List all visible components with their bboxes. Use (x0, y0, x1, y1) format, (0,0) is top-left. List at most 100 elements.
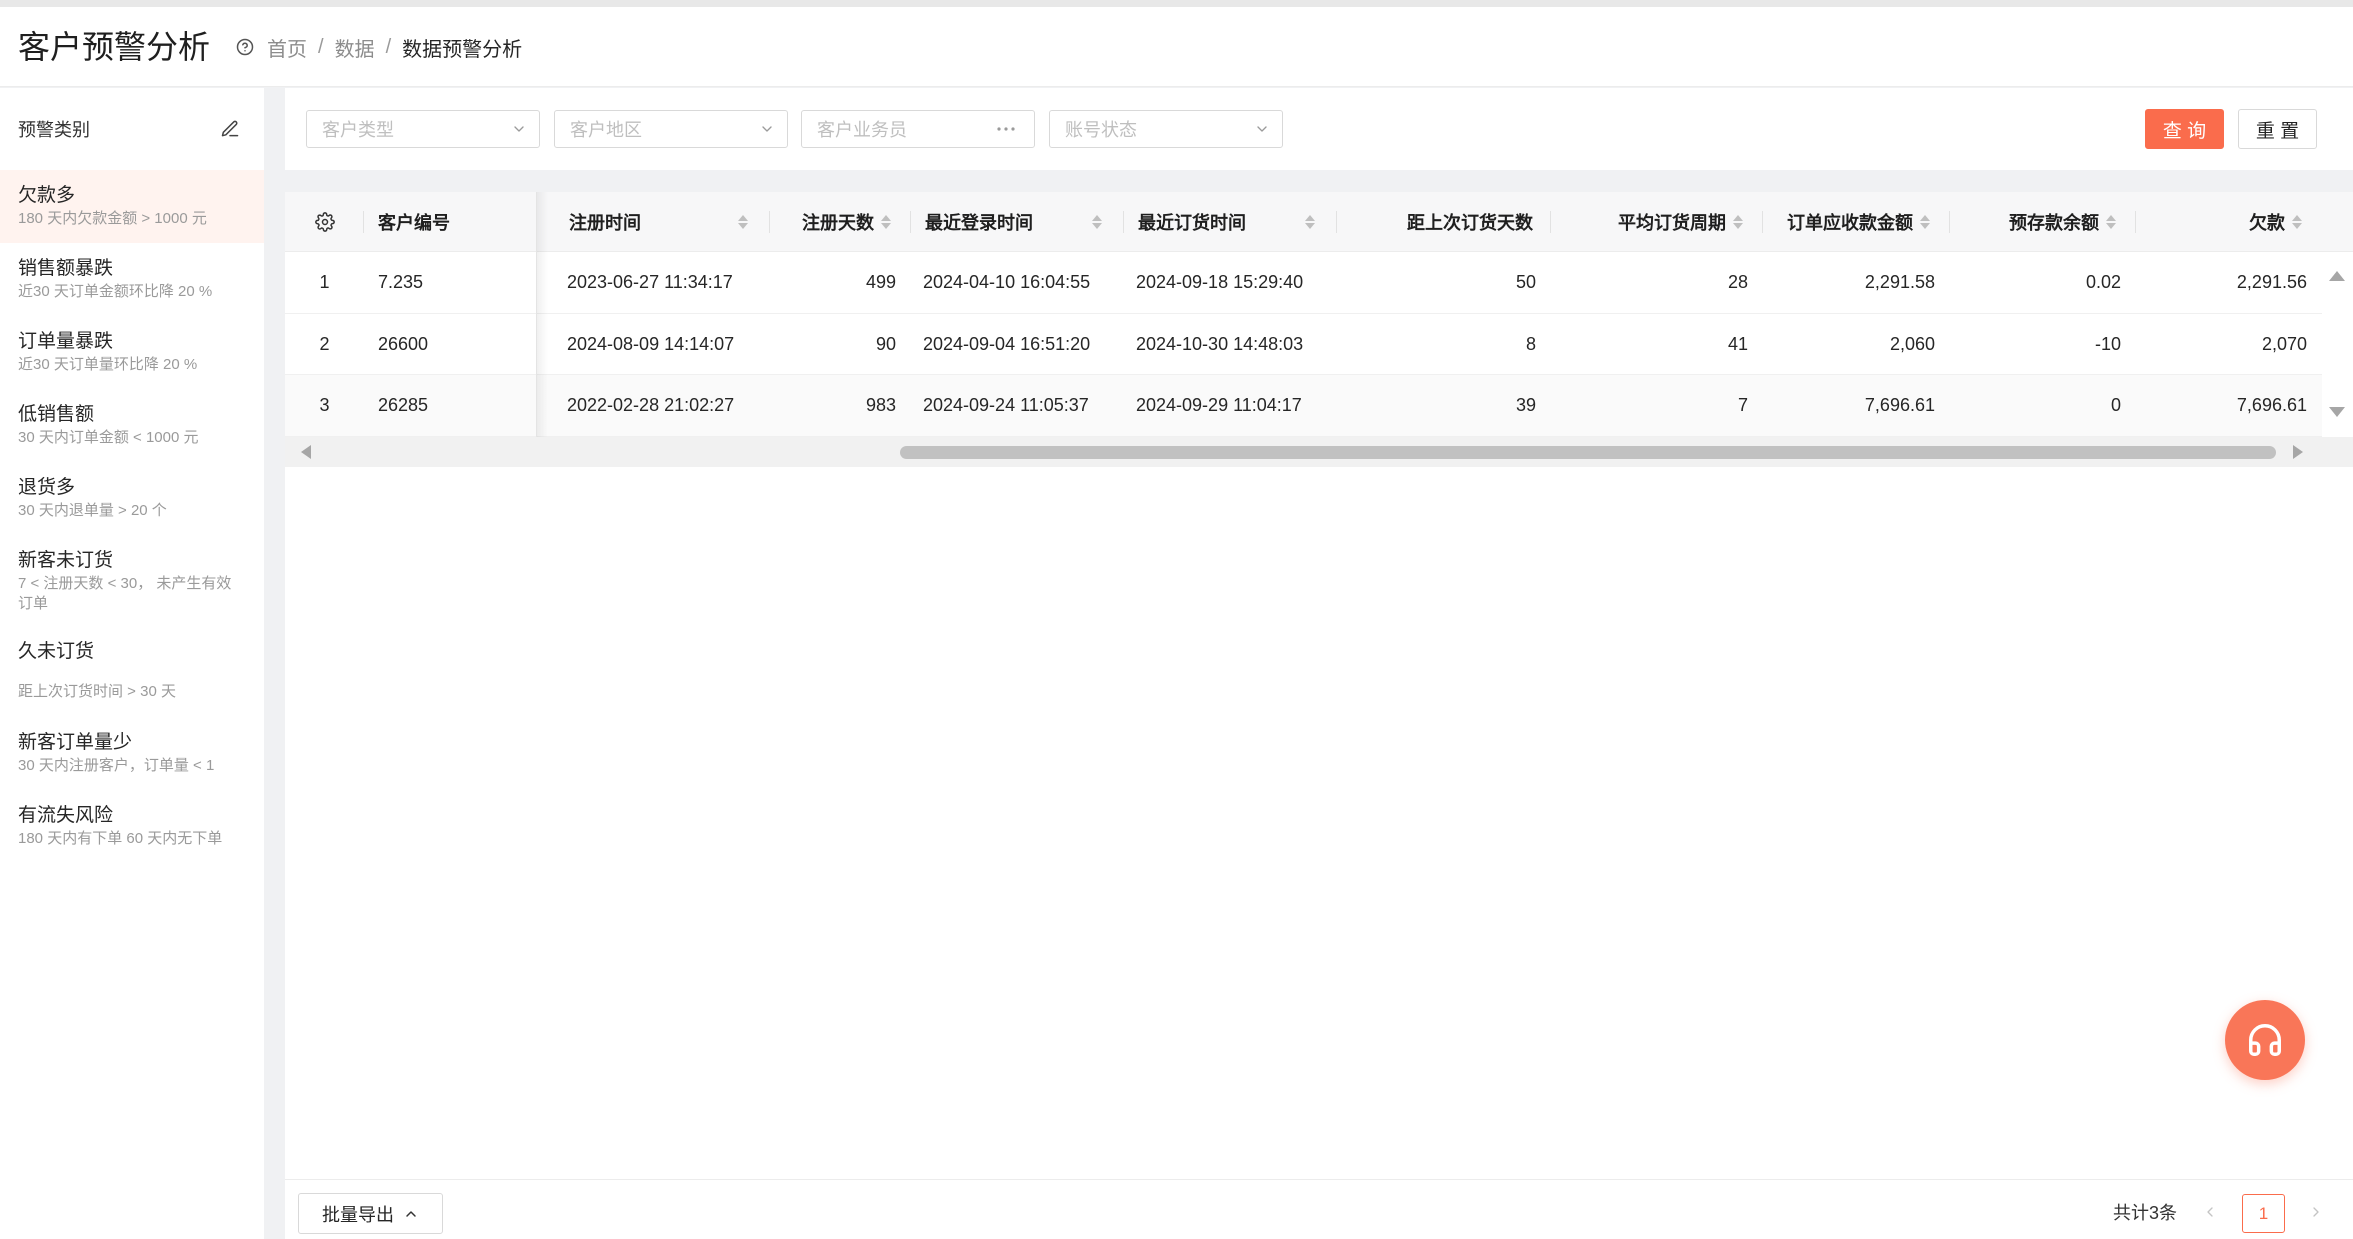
sidebar-title: 预警类别 (18, 120, 90, 140)
col-register-time[interactable]: 注册时间 (536, 192, 770, 251)
scroll-down-arrow-icon[interactable] (2329, 407, 2345, 417)
sort-icon[interactable] (1305, 214, 1315, 229)
cell-prepaid-balance: -10 (2094, 333, 2121, 354)
column-label: 最近登录时间 (925, 212, 1033, 233)
cell-debt: 2,291.56 (2236, 272, 2307, 292)
customer-type-select[interactable]: 客户类型 (306, 110, 540, 148)
cell-days-since-last-order: 8 (1525, 333, 1536, 354)
breadcrumb-separator: / (318, 35, 324, 58)
chevron-down-icon (1254, 121, 1270, 137)
chevron-left-icon[interactable] (2202, 1204, 2218, 1220)
table-row[interactable]: 2 26600 2024-08-09 14:14:07 90 2024-09-0… (285, 314, 2322, 375)
sidebar-item-desc: 180 天内欠款金额 > 1000 元 (18, 210, 207, 227)
select-placeholder: 客户类型 (322, 120, 394, 140)
col-days-since-last-order: 距上次订货天数 (1337, 192, 1551, 251)
top-strip (0, 0, 2353, 7)
sidebar-item-sales-drop[interactable]: 销售额暴跌 近30 天订单金额环比降 20 % (0, 243, 264, 316)
column-label: 距上次订货天数 (1407, 212, 1533, 233)
sidebar-item-debt[interactable]: 欠款多 180 天内欠款金额 > 1000 元 (0, 170, 264, 243)
breadcrumb: 首页 / 数据 / 数据预警分析 (236, 7, 522, 87)
sidebar-item-title: 有流失风险 (18, 805, 114, 826)
sort-icon[interactable] (1733, 214, 1743, 229)
sidebar-header: 预警类别 (0, 88, 264, 170)
cell-last-login-time: 2024-09-24 11:05:37 (923, 395, 1089, 415)
column-label: 预存款余额 (2009, 212, 2099, 233)
page-header: 客户预警分析 首页 / 数据 / 数据预警分析 (0, 7, 2353, 87)
table-row[interactable]: 1 7.235 2023-06-27 11:34:17 499 2024-04-… (285, 252, 2322, 314)
customer-region-select[interactable]: 客户地区 (554, 110, 788, 148)
sidebar-item-title: 久未订货 (18, 641, 95, 662)
pagination-page-current[interactable]: 1 (2242, 1194, 2285, 1233)
sort-icon[interactable] (1092, 214, 1102, 229)
sidebar-item-new-low-orders[interactable]: 新客订单量少 30 天内注册客户，订单量 < 1 (0, 717, 264, 790)
cell-prepaid-balance: 0 (2110, 395, 2121, 415)
vertical-scrollbar[interactable] (2322, 252, 2353, 437)
sidebar-item-new-no-order[interactable]: 新客未订货 7 < 注册天数 < 30， 未产生有效订单 (0, 535, 264, 626)
cell-row-number: 3 (319, 395, 330, 415)
breadcrumb-home[interactable]: 首页 (267, 33, 307, 62)
filter-bar: 客户类型 客户地区 客户业务员 账号状态 查 询 重 置 (285, 88, 2353, 170)
sidebar-item-title: 低销售额 (18, 404, 95, 425)
headset-icon (2246, 1021, 2284, 1059)
col-debt[interactable]: 欠款 (2136, 192, 2322, 251)
salesperson-picker[interactable]: 客户业务员 (801, 110, 1035, 148)
cell-register-time: 2022-02-28 21:02:27 (567, 395, 735, 415)
sidebar-item-order-drop[interactable]: 订单量暴跌 近30 天订单量环比降 20 % (0, 316, 264, 389)
scroll-up-arrow-icon[interactable] (2329, 271, 2345, 281)
select-placeholder: 账号状态 (1065, 120, 1137, 140)
sidebar-item-desc: 30 天内退单量 > 20 个 (18, 502, 167, 519)
ellipsis-icon[interactable] (996, 125, 1016, 133)
col-last-order-time[interactable]: 最近订货时间 (1124, 192, 1337, 251)
customer-service-button[interactable] (2225, 1000, 2305, 1080)
sidebar-item-desc: 30 天内注册客户，订单量 < 1 (18, 757, 215, 774)
cell-register-days: 499 (865, 272, 896, 292)
scroll-right-arrow-icon[interactable] (2293, 445, 2303, 459)
col-order-receivable[interactable]: 订单应收款金额 (1763, 192, 1950, 251)
warning-category-sidebar: 预警类别 欠款多 180 天内欠款金额 > 1000 元 销售额暴跌 近30 天… (0, 88, 264, 1239)
gear-icon[interactable] (314, 211, 335, 232)
col-register-days[interactable]: 注册天数 (770, 192, 911, 251)
sidebar-item-desc: 近30 天订单量环比降 20 % (18, 356, 198, 373)
chevron-down-icon (759, 121, 775, 137)
cell-order-receivable: 2,060 (1889, 333, 1935, 354)
table-row[interactable]: 3 26285 2022-02-28 21:02:27 983 2024-09-… (285, 375, 2322, 437)
sort-icon[interactable] (881, 214, 891, 229)
sidebar-item-low-sales[interactable]: 低销售额 30 天内订单金额 < 1000 元 (0, 389, 264, 462)
account-status-select[interactable]: 账号状态 (1049, 110, 1283, 148)
sort-icon[interactable] (2292, 214, 2302, 229)
sort-icon[interactable] (738, 214, 748, 229)
cell-last-login-time: 2024-09-04 16:51:20 (923, 333, 1091, 354)
breadcrumb-separator: / (385, 35, 392, 58)
sort-icon[interactable] (2106, 214, 2116, 229)
cell-order-receivable: 7,696.61 (1864, 395, 1935, 415)
sidebar-item-title: 订单量暴跌 (18, 331, 114, 352)
col-avg-order-cycle[interactable]: 平均订货周期 (1551, 192, 1763, 251)
column-label: 注册时间 (569, 212, 641, 233)
sidebar-item-long-no-order[interactable]: 久未订货 距上次订货时间 > 30 天 (0, 626, 264, 717)
column-label: 注册天数 (802, 212, 874, 233)
sidebar-item-returns[interactable]: 退货多 30 天内退单量 > 20 个 (0, 462, 264, 535)
select-placeholder: 客户业务员 (817, 120, 907, 140)
cell-days-since-last-order: 39 (1515, 395, 1536, 415)
help-circle-icon[interactable] (236, 38, 254, 56)
sidebar-item-churn-risk[interactable]: 有流失风险 180 天内有下单 60 天内无下单 (0, 790, 264, 863)
sort-icon[interactable] (1920, 214, 1930, 229)
reset-button[interactable]: 重 置 (2238, 109, 2317, 149)
cell-prepaid-balance: 0.02 (2085, 272, 2121, 292)
col-prepaid-balance[interactable]: 预存款余额 (1950, 192, 2136, 251)
column-label: 订单应收款金额 (1787, 212, 1913, 233)
cell-avg-order-cycle: 7 (1737, 395, 1748, 415)
search-button[interactable]: 查 询 (2145, 109, 2224, 149)
scrollbar-thumb[interactable] (900, 446, 2276, 459)
sidebar-item-desc: 7 < 注册天数 < 30， 未产生有效订单 (18, 575, 232, 612)
edit-icon[interactable] (220, 119, 240, 139)
table-footer: 批量导出 共计3条 1 (285, 1179, 2353, 1239)
breadcrumb-data[interactable]: 数据 (335, 33, 375, 62)
scroll-left-arrow-icon[interactable] (301, 445, 311, 459)
column-settings-header[interactable] (285, 192, 364, 251)
horizontal-scrollbar[interactable] (285, 437, 2353, 467)
sidebar-item-title: 新客未订货 (18, 550, 114, 571)
chevron-right-icon[interactable] (2308, 1204, 2324, 1220)
batch-export-button[interactable]: 批量导出 (298, 1193, 443, 1234)
col-last-login-time[interactable]: 最近登录时间 (911, 192, 1124, 251)
